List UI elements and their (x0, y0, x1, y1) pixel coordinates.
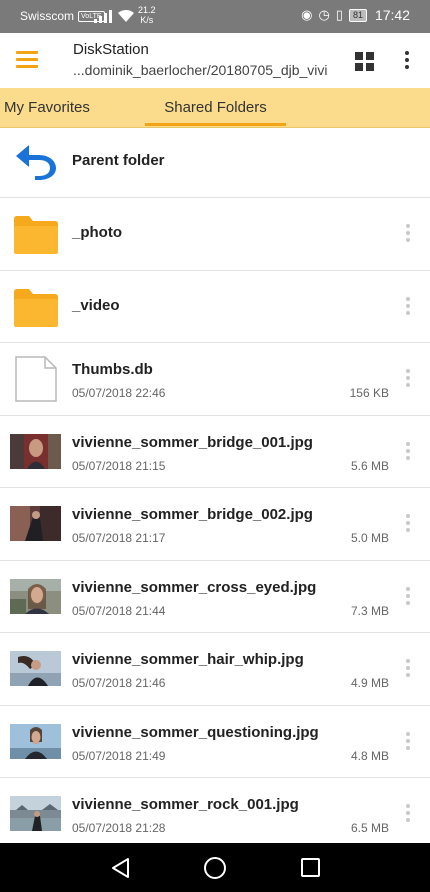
item-size: 4.9 MB (350, 676, 389, 690)
item-date: 05/07/2018 21:46 (72, 676, 166, 690)
image-thumbnail (10, 433, 61, 469)
status-bar: Swisscom VoLTE 21.2 K/s ◉ ◷ ▯ 81 17:42 (0, 0, 430, 33)
carrier-name: Swisscom (20, 9, 75, 23)
item-size: 5.0 MB (350, 531, 389, 545)
item-more-icon[interactable] (405, 514, 411, 536)
vibrate-icon: ▯ (335, 7, 343, 22)
item-more-icon[interactable] (405, 369, 411, 391)
image-thumbnail (10, 506, 61, 541)
parent-folder-label: Parent folder (72, 152, 165, 169)
hamburger-icon[interactable] (16, 51, 38, 69)
alarm-icon: ◷ (318, 7, 330, 22)
item-date: 05/07/2018 21:28 (72, 821, 166, 835)
tab-shared-folders[interactable]: Shared Folders (145, 88, 286, 128)
item-more-icon[interactable] (405, 586, 411, 609)
wifi-icon (118, 9, 134, 22)
grid-view-icon[interactable] (355, 52, 374, 71)
item-more-icon[interactable] (405, 659, 411, 681)
carrier-info: Swisscom VoLTE (20, 9, 105, 23)
image-thumbnail (10, 651, 61, 686)
item-date: 05/07/2018 21:49 (72, 748, 166, 763)
image-thumbnail (10, 796, 61, 831)
item-name: vivienne_sommer_questioning.jpg (72, 723, 319, 741)
item-name: vivienne_sommer_bridge_002.jpg (72, 506, 313, 523)
list-item[interactable]: Thumbs.db 05/07/2018 22:46 156 KB (0, 343, 430, 416)
item-name: _video (72, 296, 120, 314)
image-thumbnail (10, 723, 61, 759)
item-date: 05/07/2018 22:46 (72, 386, 166, 400)
item-more-icon[interactable] (405, 804, 411, 826)
file-list: Parent folder _photo _video Thumbs.db 05… (0, 128, 430, 851)
item-more-icon[interactable] (405, 731, 411, 754)
item-size: 156 KB (349, 386, 389, 400)
item-more-icon[interactable] (405, 224, 411, 246)
app-bar: DiskStation ...dominik_baerlocher/201807… (0, 33, 430, 88)
system-nav-bar (0, 843, 430, 892)
item-size: 7.3 MB (350, 603, 389, 618)
list-item[interactable]: vivienne_sommer_questioning.jpg 05/07/20… (0, 706, 430, 778)
folder-icon (14, 288, 58, 327)
item-date: 05/07/2018 21:44 (72, 603, 166, 618)
item-more-icon[interactable] (405, 296, 411, 319)
list-item[interactable]: vivienne_sommer_bridge_002.jpg 05/07/201… (0, 488, 430, 561)
current-path: ...dominik_baerlocher/20180705_djb_vivi (73, 62, 328, 78)
list-item[interactable]: vivienne_sommer_rock_001.jpg 05/07/2018 … (0, 778, 430, 851)
list-item[interactable]: _photo (0, 198, 430, 271)
back-arrow-icon (16, 145, 56, 180)
nav-back-icon[interactable] (110, 857, 130, 879)
item-size: 6.5 MB (350, 821, 389, 835)
item-name: Thumbs.db (72, 361, 153, 378)
item-size: 4.8 MB (350, 748, 389, 763)
speed-unit: K/s (140, 15, 154, 25)
item-name: vivienne_sommer_rock_001.jpg (72, 796, 299, 813)
item-name: vivienne_sommer_hair_whip.jpg (72, 651, 304, 668)
list-item[interactable]: vivienne_sommer_bridge_001.jpg 05/07/201… (0, 416, 430, 488)
tab-my-favorites[interactable]: My Favorites (4, 88, 90, 128)
network-speed: 21.2 K/s (138, 5, 156, 25)
list-item[interactable]: vivienne_sommer_cross_eyed.jpg 05/07/201… (0, 561, 430, 633)
more-vert-icon[interactable] (402, 51, 412, 71)
status-right: ◉ ◷ ▯ 81 17:42 (301, 7, 410, 23)
image-thumbnail (10, 578, 61, 614)
item-name: _photo (72, 224, 122, 241)
parent-folder-row[interactable]: Parent folder (0, 128, 430, 198)
tab-bar: My Favorites Shared Folders (0, 88, 430, 128)
clock: 17:42 (374, 7, 410, 23)
item-date: 05/07/2018 21:15 (72, 458, 166, 473)
speed-value: 21.2 (138, 5, 156, 15)
signal-icon (94, 10, 112, 23)
item-more-icon[interactable] (405, 441, 411, 464)
folder-icon (14, 216, 58, 254)
item-size: 5.6 MB (350, 458, 389, 473)
list-item[interactable]: vivienne_sommer_hair_whip.jpg 05/07/2018… (0, 633, 430, 706)
nav-home-icon[interactable] (204, 857, 226, 879)
list-item[interactable]: _video (0, 271, 430, 343)
item-name: vivienne_sommer_cross_eyed.jpg (72, 578, 317, 596)
nav-recents-icon[interactable] (301, 858, 320, 877)
item-name: vivienne_sommer_bridge_001.jpg (72, 433, 313, 451)
eye-icon: ◉ (301, 7, 313, 22)
file-icon (15, 356, 57, 402)
app-title: DiskStation (73, 41, 149, 58)
item-date: 05/07/2018 21:17 (72, 531, 166, 545)
battery-indicator: 81 (348, 8, 367, 22)
